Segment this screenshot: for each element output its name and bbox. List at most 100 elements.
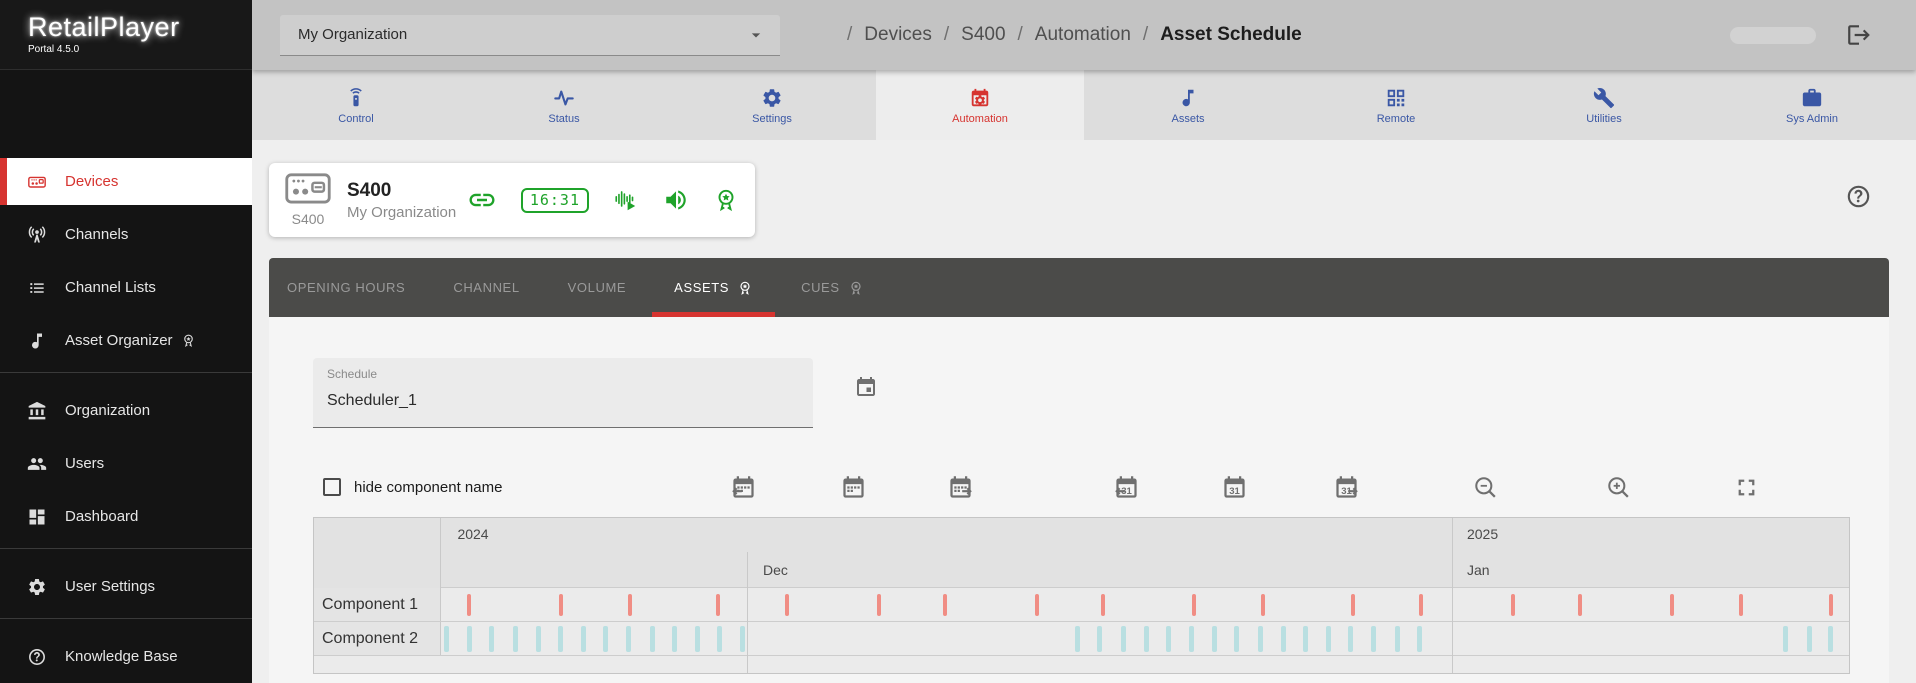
device-name: S400: [347, 180, 467, 202]
tab-label: Control: [338, 113, 373, 125]
org-selector[interactable]: My Organization: [280, 15, 780, 56]
speaker-icon: [663, 187, 689, 213]
calendar-gear-icon: [969, 86, 991, 110]
tab-automation[interactable]: Automation: [876, 70, 1084, 140]
tab-label: Settings: [752, 113, 792, 125]
sidebar-item-dashboard[interactable]: Dashboard: [0, 493, 252, 540]
device-icon: [27, 172, 49, 192]
remote-control-icon: [345, 86, 367, 110]
schedule-tick: [1192, 594, 1196, 616]
calendar-gear-icon: [969, 87, 991, 109]
subtab-volume[interactable]: VOLUME: [568, 258, 627, 317]
timeline-row-label: Component 1: [314, 588, 441, 621]
tab-settings[interactable]: Settings: [668, 70, 876, 140]
schedule-tick: [1828, 626, 1833, 652]
fullscreen-button[interactable]: [1732, 473, 1760, 501]
sidebar-item-user-settings[interactable]: User Settings: [0, 563, 252, 610]
schedule-timeline: 20242025DecJanComponent 1Component 2: [313, 517, 1850, 674]
timeline-row-track[interactable]: [441, 622, 1849, 655]
hide-component-name-checkbox[interactable]: hide component name: [323, 478, 502, 496]
gear-icon: [27, 577, 47, 597]
logo: RetailPlayer Portal 4.5.0: [0, 0, 252, 70]
schedule-tick: [626, 626, 631, 652]
schedule-input[interactable]: Schedule Scheduler_1: [313, 358, 813, 428]
schedule-tick: [1121, 626, 1126, 652]
schedule-tick: [581, 626, 586, 652]
tab-label: Utilities: [1586, 113, 1621, 125]
antenna-icon: [27, 225, 49, 245]
month-calendar-button[interactable]: 31: [1220, 473, 1248, 501]
tab-control[interactable]: Control: [252, 70, 460, 140]
schedule-tick: [1371, 626, 1376, 652]
schedule-calendar-icon[interactable]: [854, 375, 878, 404]
device-model-label: S400: [285, 211, 331, 227]
prev-month-calendar-button[interactable]: 31: [1112, 473, 1140, 501]
people-icon: [27, 454, 49, 474]
breadcrumb-item-devices[interactable]: Devices: [864, 24, 932, 46]
tab-sys-admin[interactable]: Sys Admin: [1708, 70, 1916, 140]
schedule-input-value: Scheduler_1: [327, 392, 417, 410]
tab-remote[interactable]: Remote: [1292, 70, 1500, 140]
subtab-label: VOLUME: [568, 280, 627, 295]
checkbox-box[interactable]: [323, 478, 341, 496]
subtab-label: ASSETS: [674, 280, 729, 295]
sidebar-item-label: Organization: [65, 402, 150, 419]
sidebar-item-organization[interactable]: Organization: [0, 387, 252, 434]
subtab-cues[interactable]: CUES: [801, 258, 864, 317]
subtab-assets[interactable]: ASSETS: [674, 258, 753, 317]
breadcrumb-item-s400[interactable]: S400: [961, 24, 1005, 46]
logout-icon[interactable]: [1846, 22, 1872, 48]
dashboard-icon: [27, 507, 49, 527]
subtab-channel[interactable]: CHANNEL: [453, 258, 519, 317]
breadcrumb-separator: /: [1018, 24, 1023, 46]
timeline-row-track[interactable]: [441, 588, 1849, 621]
schedule-tick: [740, 626, 745, 652]
breadcrumb-item-automation[interactable]: Automation: [1035, 24, 1131, 46]
prev-period-calendar-button[interactable]: [729, 473, 757, 501]
sidebar-item-knowledge-base[interactable]: Knowledge Base: [0, 633, 252, 680]
timeline-year-label: 2024: [457, 526, 488, 542]
tab-utilities[interactable]: Utilities: [1500, 70, 1708, 140]
schedule-tick: [536, 626, 541, 652]
sidebar-item-label: Users: [65, 455, 104, 472]
list-icon: [27, 278, 49, 298]
app-root: RetailPlayer Portal 4.5.0 Devices Channel…: [0, 0, 1916, 683]
sidebar-item-channels[interactable]: Channels: [0, 211, 252, 258]
zoom-in-icon: [1605, 474, 1632, 501]
music-note-icon: [1177, 87, 1199, 109]
next-month-calendar-button[interactable]: 31: [1332, 473, 1360, 501]
schedule-tick: [1258, 626, 1263, 652]
next-period-calendar-button[interactable]: [946, 473, 974, 501]
qr-code-icon: [1385, 86, 1407, 110]
award-icon: [181, 333, 196, 348]
tab-status[interactable]: Status: [460, 70, 668, 140]
tab-label: Sys Admin: [1786, 113, 1838, 125]
schedule-tick: [1395, 626, 1400, 652]
period-calendar-button[interactable]: [839, 473, 867, 501]
link-icon: [467, 185, 497, 215]
timeline-month-label: Dec: [763, 562, 788, 578]
sidebar-item-channel-lists[interactable]: Channel Lists: [0, 264, 252, 311]
award-icon: [848, 280, 864, 296]
sidebar: RetailPlayer Portal 4.5.0 Devices Channel…: [0, 0, 252, 683]
schedule-tick: [1739, 594, 1743, 616]
device-status-icons: 16:31: [467, 185, 739, 215]
sidebar-item-label: Channels: [65, 226, 128, 243]
schedule-tick: [444, 626, 449, 652]
schedule-input-label: Schedule: [327, 367, 377, 381]
sidebar-item-label: Asset Organizer: [65, 332, 173, 349]
sidebar-item-devices[interactable]: Devices: [0, 158, 252, 205]
zoom-in-button[interactable]: [1604, 473, 1632, 501]
help-icon[interactable]: [1845, 183, 1872, 210]
sidebar-item-asset-organizer[interactable]: Asset Organizer: [0, 317, 252, 364]
subtab-opening-hours[interactable]: OPENING HOURS: [287, 258, 405, 317]
zoom-out-button[interactable]: [1471, 473, 1499, 501]
scheduled-time-chip: 16:31: [521, 188, 589, 213]
device-front-icon: [285, 173, 331, 205]
device-thumbnail: S400: [285, 173, 331, 227]
sidebar-item-users[interactable]: Users: [0, 440, 252, 487]
tab-assets[interactable]: Assets: [1084, 70, 1292, 140]
speaker-icon: [663, 187, 689, 213]
calendar-31-prev-icon: 31: [1113, 474, 1140, 501]
people-icon: [27, 454, 47, 474]
